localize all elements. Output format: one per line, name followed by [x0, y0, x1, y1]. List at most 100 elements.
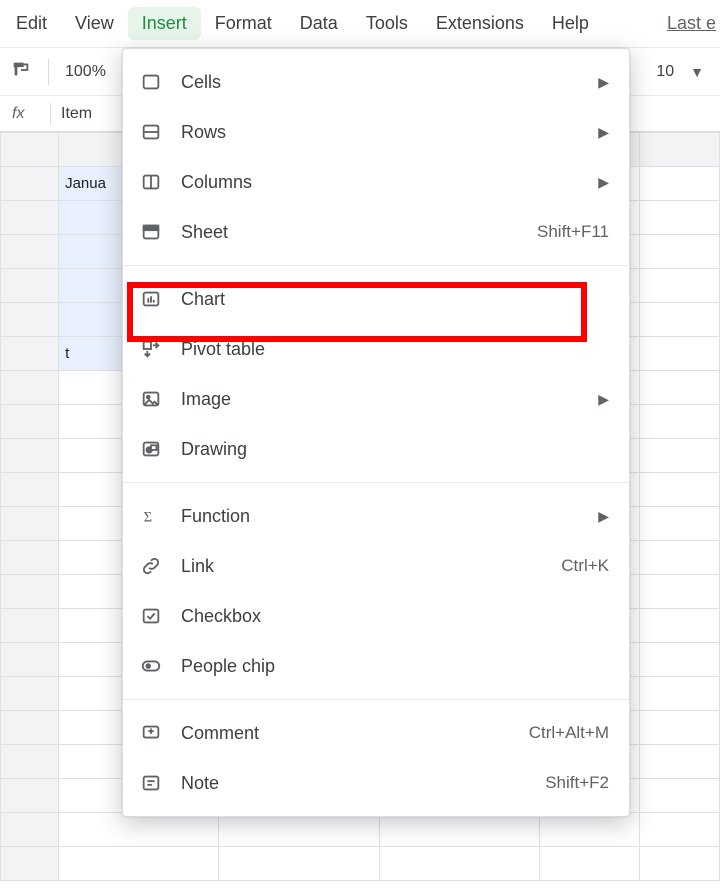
row-header[interactable] — [1, 201, 59, 235]
cell[interactable] — [59, 847, 219, 881]
row-header[interactable] — [1, 575, 59, 609]
menu-insert[interactable]: Insert — [128, 7, 201, 40]
row-header[interactable] — [1, 745, 59, 779]
menu-data[interactable]: Data — [286, 7, 352, 40]
chevron-right-icon: ▶ — [598, 508, 609, 525]
cell[interactable] — [539, 813, 639, 847]
menu-item-comment[interactable]: CommentCtrl+Alt+M — [123, 708, 629, 758]
cell[interactable] — [639, 167, 719, 201]
cell[interactable] — [639, 847, 719, 881]
cell[interactable] — [639, 779, 719, 813]
menu-item-label: Link — [181, 556, 543, 577]
cell[interactable] — [639, 235, 719, 269]
row-header[interactable] — [1, 507, 59, 541]
cell[interactable] — [639, 745, 719, 779]
menu-item-function[interactable]: Σ Function ▶ — [123, 491, 629, 541]
row-header[interactable] — [1, 847, 59, 881]
cell[interactable] — [639, 575, 719, 609]
cell[interactable] — [379, 847, 539, 881]
row-header[interactable] — [1, 439, 59, 473]
menu-view[interactable]: View — [61, 7, 128, 40]
cell[interactable] — [639, 677, 719, 711]
menu-item-label: Function — [181, 506, 580, 527]
menu-item-drawing[interactable]: Drawing — [123, 424, 629, 474]
cell[interactable] — [219, 847, 379, 881]
cell[interactable] — [639, 813, 719, 847]
cell[interactable] — [639, 473, 719, 507]
cell[interactable] — [59, 813, 219, 847]
menu-item-image[interactable]: Image▶ — [123, 374, 629, 424]
row-header[interactable] — [1, 677, 59, 711]
cell[interactable] — [639, 507, 719, 541]
row-header[interactable] — [1, 711, 59, 745]
zoom-value[interactable]: 100% — [65, 63, 106, 81]
chart-icon — [139, 287, 163, 311]
chevron-right-icon: ▶ — [598, 391, 609, 408]
menu-item-label: Sheet — [181, 222, 519, 243]
menu-tools[interactable]: Tools — [352, 7, 422, 40]
drawing-icon — [139, 437, 163, 461]
menu-item-chart[interactable]: Chart — [123, 274, 629, 324]
sheet-icon — [139, 220, 163, 244]
menu-item-label: Cells — [181, 72, 580, 93]
chevron-right-icon: ▶ — [598, 174, 609, 191]
formula-content[interactable]: Item — [61, 105, 92, 123]
menu-item-rows[interactable]: Rows▶ — [123, 107, 629, 157]
menu-item-sheet[interactable]: Sheet Shift+F11 — [123, 207, 629, 257]
row-header[interactable] — [1, 643, 59, 677]
menu-item-columns[interactable]: Columns▶ — [123, 157, 629, 207]
row-header[interactable] — [1, 337, 59, 371]
row-header[interactable] — [1, 303, 59, 337]
row-header[interactable] — [1, 541, 59, 575]
cell[interactable] — [639, 269, 719, 303]
cell[interactable] — [639, 371, 719, 405]
menu-bar: Edit View Insert Format Data Tools Exten… — [0, 0, 720, 48]
cell[interactable] — [639, 439, 719, 473]
row-header[interactable] — [1, 167, 59, 201]
cell[interactable] — [639, 643, 719, 677]
menu-item-label: Comment — [181, 723, 511, 744]
select-all-cell[interactable] — [1, 133, 59, 167]
row-header[interactable] — [1, 813, 59, 847]
row-header[interactable] — [1, 609, 59, 643]
menu-edit[interactable]: Edit — [2, 7, 61, 40]
cell[interactable] — [639, 405, 719, 439]
cell[interactable] — [639, 201, 719, 235]
col-header[interactable] — [639, 133, 719, 167]
font-size-dropdown-icon[interactable]: ▼ — [690, 64, 704, 80]
cell[interactable] — [639, 711, 719, 745]
menu-help[interactable]: Help — [538, 7, 603, 40]
font-size-value[interactable]: 10 — [656, 63, 674, 81]
row-header[interactable] — [1, 371, 59, 405]
menu-item-cells[interactable]: Cells▶ — [123, 57, 629, 107]
paint-format-icon[interactable] — [10, 58, 32, 85]
menu-item-label: Note — [181, 773, 527, 794]
menu-format[interactable]: Format — [201, 7, 286, 40]
cell[interactable] — [639, 541, 719, 575]
cell[interactable] — [639, 337, 719, 371]
menu-extensions[interactable]: Extensions — [422, 7, 538, 40]
menu-item-note[interactable]: NoteShift+F2 — [123, 758, 629, 808]
row-header[interactable] — [1, 235, 59, 269]
menu-item-label: Chart — [181, 289, 609, 310]
cell[interactable] — [639, 303, 719, 337]
function-icon: Σ — [139, 504, 163, 528]
cell[interactable] — [639, 609, 719, 643]
menu-item-checkbox[interactable]: Checkbox — [123, 591, 629, 641]
menu-item-people-chip[interactable]: People chip — [123, 641, 629, 691]
row-header[interactable] — [1, 779, 59, 813]
comment-icon — [139, 721, 163, 745]
menu-shortcut: Shift+F11 — [537, 222, 609, 242]
note-icon — [139, 771, 163, 795]
insert-menu: Cells▶Rows▶Columns▶SheetShift+F11ChartPi… — [122, 48, 630, 817]
row-header[interactable] — [1, 405, 59, 439]
row-header[interactable] — [1, 473, 59, 507]
columns-icon — [139, 170, 163, 194]
cell[interactable] — [539, 847, 639, 881]
cell[interactable] — [219, 813, 379, 847]
menu-item-link[interactable]: LinkCtrl+K — [123, 541, 629, 591]
last-edit-link[interactable]: Last e — [653, 7, 718, 40]
cell[interactable] — [379, 813, 539, 847]
row-header[interactable] — [1, 269, 59, 303]
menu-item-pivot-table[interactable]: Pivot table — [123, 324, 629, 374]
